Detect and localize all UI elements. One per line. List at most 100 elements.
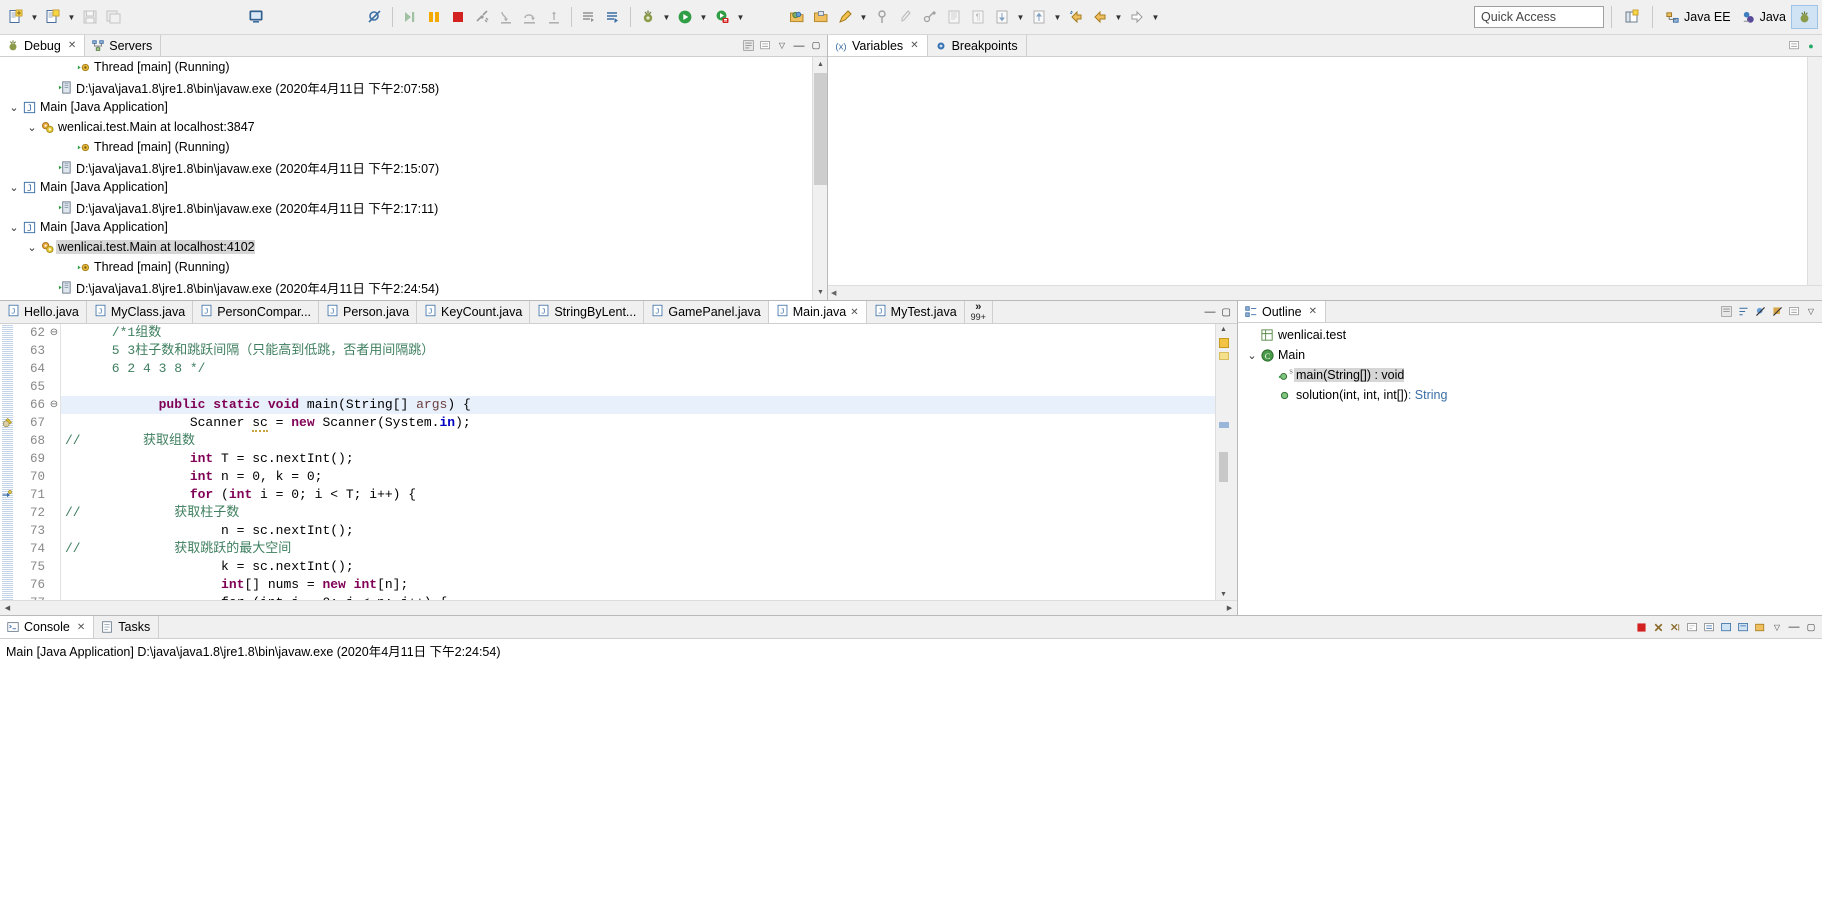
external-tools-icon[interactable] [710,4,734,30]
console-menu-chevron-icon[interactable]: ▽ [1770,620,1784,634]
chevron-down-icon[interactable]: ⌄ [1246,349,1258,362]
last-edit-icon[interactable] [1064,4,1088,30]
code-line[interactable] [61,378,1215,396]
new-java-class-icon[interactable] [41,4,65,30]
step-over-icon[interactable] [518,4,542,30]
drop-to-frame-icon[interactable] [577,4,601,30]
editor-tab-hello-java[interactable]: J Hello.java [0,301,87,323]
debug-tree-item[interactable]: Thread [main] (Running) [0,57,827,77]
code-line[interactable]: int[] nums = new int[n]; [61,576,1215,594]
editor-tab-keycount-java[interactable]: J KeyCount.java [417,301,531,323]
back-icon[interactable] [1088,4,1112,30]
outline-item[interactable]: solution(int, int, int[]) : String [1238,385,1822,405]
clear-console-icon[interactable] [1685,620,1699,634]
fold-toggle-icon[interactable]: ⊖ [48,324,60,342]
next-annotation-dropdown[interactable]: ▼ [1014,4,1027,30]
close-icon[interactable]: ✕ [68,40,76,51]
perspective-debug-button[interactable] [1791,5,1818,29]
code-line[interactable]: public static void main(String[] args) { [61,396,1215,414]
next-annotation-icon[interactable] [990,4,1014,30]
code-line[interactable]: int T = sc.nextInt(); [61,450,1215,468]
link-icon[interactable] [918,4,942,30]
fold-toggle-icon[interactable]: ⊖ [48,396,60,414]
code-line[interactable]: n = sc.nextInt(); [61,522,1215,540]
maximize-icon[interactable]: ▢ [809,39,823,53]
outline-menu-chevron-icon[interactable]: ▽ [1804,305,1818,319]
editor-tab-personcompar-[interactable]: J PersonCompar... [193,301,320,323]
open-type-icon[interactable] [785,4,809,30]
run-dropdown[interactable]: ▼ [697,4,710,30]
prev-annotation-icon[interactable] [1027,4,1051,30]
chevron-down-icon[interactable]: ⌄ [8,181,20,194]
marker-icon[interactable] [894,4,918,30]
outline-item[interactable]: Smain(String[]) : void [1238,365,1822,385]
code-line[interactable]: 5 3柱子数和跳跃间隔（只能高到低跳，否者用间隔跳） [61,342,1215,360]
maximize-icon[interactable]: ▢ [1222,307,1231,318]
editor-tab-stringbylent-[interactable]: J StringByLent... [530,301,645,323]
code-line[interactable]: k = sc.nextInt(); [61,558,1215,576]
skip-breakpoints-icon[interactable] [363,4,387,30]
tab-tasks[interactable]: Tasks [94,616,160,638]
save-all-icon[interactable] [102,4,126,30]
new-wizard-dropdown[interactable]: ▼ [28,4,41,30]
outline-item[interactable]: ⌄ C Main [1238,345,1822,365]
variables-menu-chevron-icon[interactable]: ● [1804,39,1818,53]
code-line[interactable]: // 获取跳跃的最大空间 [61,540,1215,558]
minimize-icon[interactable]: — [792,39,806,53]
warning-icon[interactable] [1,417,13,432]
terminal-icon[interactable] [244,4,268,30]
outline-menu-icon[interactable] [1787,305,1801,319]
step-return-icon[interactable] [542,4,566,30]
forward-icon[interactable] [1125,4,1149,30]
editor-overview-ruler[interactable]: ▲ ▼ [1215,324,1237,600]
chevron-down-icon[interactable]: ⌄ [8,221,20,234]
tab-servers[interactable]: Servers [85,35,162,56]
variables-menu-icon[interactable] [1787,39,1801,53]
close-icon[interactable]: ✕ [850,307,858,318]
minimize-icon[interactable]: — [1787,620,1801,634]
pin-console-icon[interactable] [1719,620,1733,634]
debug-tree-item[interactable]: ⌄ wenlicai.test.Main at localhost:4102 [0,237,827,257]
pin-icon[interactable] [870,4,894,30]
scroll-left-icon[interactable]: ◀ [0,601,15,616]
display-console-icon[interactable] [1736,620,1750,634]
step-into-icon[interactable] [494,4,518,30]
new-class-dropdown[interactable]: ▼ [65,4,78,30]
code-line[interactable]: for (int i = 0; i < T; i++) { [61,486,1215,504]
debug-tree-scrollbar[interactable]: ▲ ▼ [812,57,827,300]
save-icon[interactable] [78,4,102,30]
resume-icon[interactable] [398,4,422,30]
use-step-filters-icon[interactable] [601,4,625,30]
debug-tree-item[interactable]: Thread [main] (Running) [0,257,827,277]
code-line[interactable]: // 获取组数 [61,432,1215,450]
tab-outline[interactable]: Outline ✕ [1238,301,1326,322]
editor-tab-person-java[interactable]: J Person.java [319,301,418,323]
debug-tree-item[interactable]: ⌄ J Main [Java Application] [0,217,827,237]
run-icon[interactable] [673,4,697,30]
back-dropdown[interactable]: ▼ [1112,4,1125,30]
editor-code-lines[interactable]: /*1组数 5 3柱子数和跳跃间隔（只能高到低跳，否者用间隔跳） 6 2 4 3… [61,324,1215,600]
editor-marker-column[interactable] [0,324,14,600]
tab-variables[interactable]: (x) Variables ✕ [828,35,928,56]
terminate-console-icon[interactable] [1634,620,1648,634]
code-editor[interactable]: 62636465666768697071727374757677 ⊖⊖ /*1组… [0,324,1237,600]
entry-point-icon[interactable] [1,489,13,504]
code-line[interactable]: /*1组数 [61,324,1215,342]
code-line[interactable]: Scanner sc = new Scanner(System.in); [61,414,1215,432]
debug-tree-item[interactable]: D:\java\java1.8\jre1.8\bin\javaw.exe (20… [0,197,827,217]
minimize-icon[interactable]: — [1205,306,1216,318]
new-wizard-icon[interactable] [4,4,28,30]
scroll-lock-icon[interactable] [1702,620,1716,634]
variables-hscrollbar[interactable]: ◀ [828,285,1822,300]
external-tools-dropdown[interactable]: ▼ [734,4,747,30]
code-line[interactable]: 6 2 4 3 8 */ [61,360,1215,378]
tab-breakpoints[interactable]: Breakpoints [927,35,1027,56]
hide-fields-icon[interactable] [1753,305,1767,319]
toggle-block-icon[interactable] [942,4,966,30]
editor-tab-mytest-java[interactable]: J MyTest.java [866,301,965,323]
open-task-icon[interactable] [809,4,833,30]
editor-tab-gamepanel-java[interactable]: J GamePanel.java [644,301,769,323]
editor-tab-main-java[interactable]: J Main.java ✕ [768,301,867,323]
code-line[interactable]: // 获取柱子数 [61,504,1215,522]
debug-icon[interactable] [636,4,660,30]
